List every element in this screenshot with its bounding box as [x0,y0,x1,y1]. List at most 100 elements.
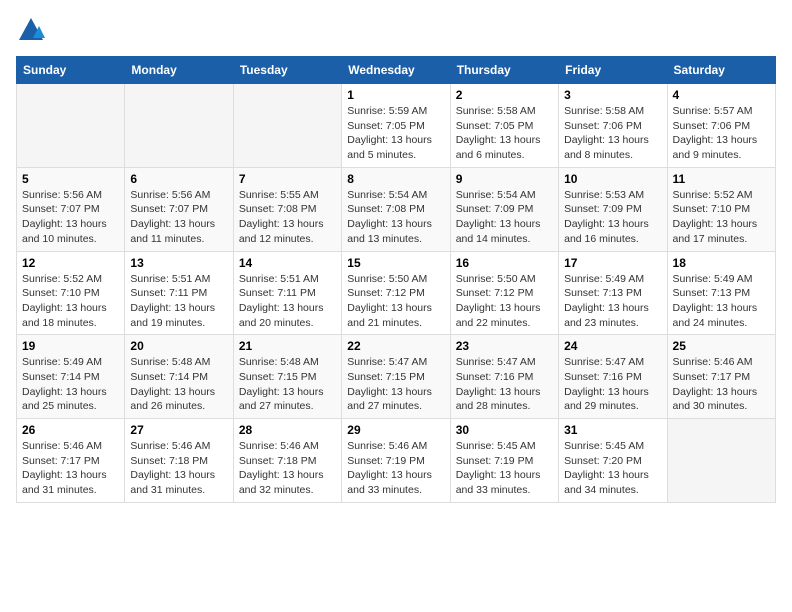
day-info: Sunrise: 5:46 AMSunset: 7:17 PMDaylight:… [22,439,119,498]
day-number: 9 [456,172,553,186]
day-number: 21 [239,339,336,353]
day-info: Sunrise: 5:49 AMSunset: 7:13 PMDaylight:… [673,272,770,331]
calendar-week-row: 1 Sunrise: 5:59 AMSunset: 7:05 PMDaylight… [17,84,776,168]
day-number: 14 [239,256,336,270]
calendar-cell: 5 Sunrise: 5:56 AMSunset: 7:07 PMDaylight… [17,167,125,251]
calendar-cell: 1 Sunrise: 5:59 AMSunset: 7:05 PMDaylight… [342,84,450,168]
calendar-cell: 8Sunrise: 5:54 AMSunset: 7:08 PMDaylight… [342,167,450,251]
day-number: 15 [347,256,444,270]
day-number: 17 [564,256,661,270]
calendar-cell: 6 Sunrise: 5:56 AMSunset: 7:07 PMDaylight… [125,167,233,251]
day-number: 2 [456,88,553,102]
day-number: 30 [456,423,553,437]
calendar-cell: 4 Sunrise: 5:57 AMSunset: 7:06 PMDaylight… [667,84,775,168]
column-header-saturday: Saturday [667,57,775,84]
calendar-cell: 2 Sunrise: 5:58 AMSunset: 7:05 PMDaylight… [450,84,558,168]
calendar-cell: 22 Sunrise: 5:47 AMSunset: 7:15 PMDayligh… [342,335,450,419]
calendar-cell: 19 Sunrise: 5:49 AMSunset: 7:14 PMDayligh… [17,335,125,419]
day-number: 7 [239,172,336,186]
calendar-week-row: 26Sunrise: 5:46 AMSunset: 7:17 PMDayligh… [17,419,776,503]
day-number: 28 [239,423,336,437]
day-number: 22 [347,339,444,353]
day-number: 29 [347,423,444,437]
calendar-week-row: 12 Sunrise: 5:52 AMSunset: 7:10 PMDayligh… [17,251,776,335]
calendar-cell: 10 Sunrise: 5:53 AMSunset: 7:09 PMDayligh… [559,167,667,251]
day-number: 31 [564,423,661,437]
day-number: 13 [130,256,227,270]
column-header-thursday: Thursday [450,57,558,84]
calendar-cell: 11Sunrise: 5:52 AMSunset: 7:10 PMDayligh… [667,167,775,251]
day-number: 5 [22,172,119,186]
day-info: Sunrise: 5:51 AMSunset: 7:11 PMDaylight:… [239,272,336,331]
day-info: Sunrise: 5:46 AMSunset: 7:18 PMDaylight:… [239,439,336,498]
day-info: Sunrise: 5:47 AMSunset: 7:16 PMDaylight:… [456,355,553,414]
day-info: Sunrise: 5:48 AMSunset: 7:15 PMDaylight:… [239,355,336,414]
day-number: 16 [456,256,553,270]
calendar-cell: 24 Sunrise: 5:47 AMSunset: 7:16 PMDayligh… [559,335,667,419]
day-number: 19 [22,339,119,353]
calendar-cell: 15 Sunrise: 5:50 AMSunset: 7:12 PMDayligh… [342,251,450,335]
day-info: Sunrise: 5:45 AMSunset: 7:19 PMDaylight:… [456,439,553,498]
day-info: Sunrise: 5:49 AMSunset: 7:13 PMDaylight:… [564,272,661,331]
day-info: Sunrise: 5:56 AMSunset: 7:07 PMDaylight:… [22,188,119,247]
day-info: Sunrise: 5:49 AMSunset: 7:14 PMDaylight:… [22,355,119,414]
day-number: 24 [564,339,661,353]
day-number: 20 [130,339,227,353]
day-number: 8 [347,172,444,186]
day-number: 6 [130,172,227,186]
day-info: Sunrise: 5:58 AMSunset: 7:05 PMDaylight:… [456,104,553,163]
day-info: Sunrise: 5:47 AMSunset: 7:16 PMDaylight:… [564,355,661,414]
day-info: Sunrise: 5:47 AMSunset: 7:15 PMDaylight:… [347,355,444,414]
day-info: Sunrise: 5:50 AMSunset: 7:12 PMDaylight:… [456,272,553,331]
day-number: 12 [22,256,119,270]
day-info: Sunrise: 5:46 AMSunset: 7:18 PMDaylight:… [130,439,227,498]
column-header-sunday: Sunday [17,57,125,84]
day-info: Sunrise: 5:57 AMSunset: 7:06 PMDaylight:… [673,104,770,163]
column-header-tuesday: Tuesday [233,57,341,84]
calendar-cell: 16 Sunrise: 5:50 AMSunset: 7:12 PMDayligh… [450,251,558,335]
calendar-cell: 3 Sunrise: 5:58 AMSunset: 7:06 PMDaylight… [559,84,667,168]
calendar-cell: 9 Sunrise: 5:54 AMSunset: 7:09 PMDaylight… [450,167,558,251]
calendar-cell: 27 Sunrise: 5:46 AMSunset: 7:18 PMDayligh… [125,419,233,503]
day-number: 25 [673,339,770,353]
day-number: 27 [130,423,227,437]
day-number: 3 [564,88,661,102]
calendar-table: SundayMondayTuesdayWednesdayThursdayFrid… [16,56,776,503]
day-info: Sunrise: 5:58 AMSunset: 7:06 PMDaylight:… [564,104,661,163]
calendar-cell [233,84,341,168]
calendar-cell [17,84,125,168]
day-number: 18 [673,256,770,270]
column-header-wednesday: Wednesday [342,57,450,84]
day-info: Sunrise: 5:52 AMSunset: 7:10 PMDaylight:… [22,272,119,331]
page-header [16,16,776,44]
day-number: 1 [347,88,444,102]
day-info: Sunrise: 5:51 AMSunset: 7:11 PMDaylight:… [130,272,227,331]
calendar-cell: 20 Sunrise: 5:48 AMSunset: 7:14 PMDayligh… [125,335,233,419]
day-info: Sunrise: 5:56 AMSunset: 7:07 PMDaylight:… [130,188,227,247]
day-number: 23 [456,339,553,353]
day-info: Sunrise: 5:48 AMSunset: 7:14 PMDaylight:… [130,355,227,414]
calendar-cell [125,84,233,168]
day-info: Sunrise: 5:45 AMSunset: 7:20 PMDaylight:… [564,439,661,498]
calendar-cell: 29Sunrise: 5:46 AMSunset: 7:19 PMDayligh… [342,419,450,503]
calendar-cell: 12 Sunrise: 5:52 AMSunset: 7:10 PMDayligh… [17,251,125,335]
calendar-cell: 7Sunrise: 5:55 AMSunset: 7:08 PMDaylight… [233,167,341,251]
day-info: Sunrise: 5:50 AMSunset: 7:12 PMDaylight:… [347,272,444,331]
day-number: 4 [673,88,770,102]
calendar-cell: 30 Sunrise: 5:45 AMSunset: 7:19 PMDayligh… [450,419,558,503]
calendar-week-row: 19 Sunrise: 5:49 AMSunset: 7:14 PMDayligh… [17,335,776,419]
day-info: Sunrise: 5:59 AMSunset: 7:05 PMDaylight:… [347,104,444,163]
calendar-cell: 25Sunrise: 5:46 AMSunset: 7:17 PMDayligh… [667,335,775,419]
calendar-week-row: 5 Sunrise: 5:56 AMSunset: 7:07 PMDaylight… [17,167,776,251]
day-info: Sunrise: 5:54 AMSunset: 7:09 PMDaylight:… [456,188,553,247]
calendar-cell: 14 Sunrise: 5:51 AMSunset: 7:11 PMDayligh… [233,251,341,335]
calendar-cell: 28 Sunrise: 5:46 AMSunset: 7:18 PMDayligh… [233,419,341,503]
day-info: Sunrise: 5:53 AMSunset: 7:09 PMDaylight:… [564,188,661,247]
day-number: 10 [564,172,661,186]
calendar-cell: 13 Sunrise: 5:51 AMSunset: 7:11 PMDayligh… [125,251,233,335]
calendar-cell: 26Sunrise: 5:46 AMSunset: 7:17 PMDayligh… [17,419,125,503]
day-number: 11 [673,172,770,186]
calendar-cell: 18 Sunrise: 5:49 AMSunset: 7:13 PMDayligh… [667,251,775,335]
column-header-monday: Monday [125,57,233,84]
calendar-cell: 17 Sunrise: 5:49 AMSunset: 7:13 PMDayligh… [559,251,667,335]
